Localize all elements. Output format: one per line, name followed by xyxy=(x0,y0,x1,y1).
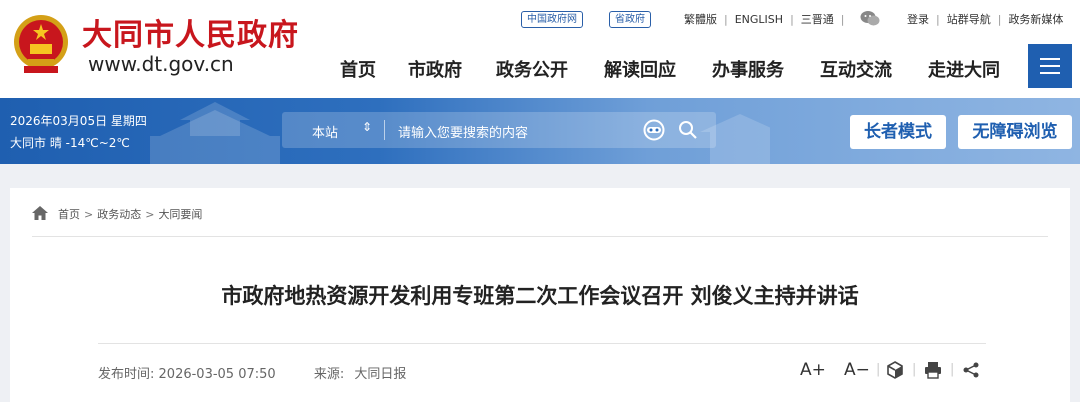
nav-home[interactable]: 首页 xyxy=(340,56,376,82)
breadcrumb: 首页 > 政务动态 > 大同要闻 xyxy=(58,206,202,222)
nav-interpretation[interactable]: 解读回应 xyxy=(604,56,676,82)
publish-time-label: 发布时间: xyxy=(98,367,155,382)
weather-info: 大同市 晴 -14℃~2℃ xyxy=(10,136,130,150)
language-links: 繁體版 | ENGLISH | 三晋通 | xyxy=(684,11,852,28)
breadcrumb-datong-news[interactable]: 大同要闻 xyxy=(158,208,202,221)
search-icon[interactable] xyxy=(678,120,698,140)
publish-time: 2026-03-05 07:50 xyxy=(158,367,276,382)
breadcrumb-home[interactable]: 首页 xyxy=(58,208,80,221)
traditional-chinese-link[interactable]: 繁體版 xyxy=(684,13,717,26)
nav-interaction[interactable]: 互动交流 xyxy=(820,56,892,82)
elder-mode-button[interactable]: 长者模式 xyxy=(850,115,946,149)
site-url: www.dt.gov.cn xyxy=(88,52,234,76)
search-scope-select[interactable]: 本站 xyxy=(312,122,338,141)
china-gov-link[interactable]: 中国政府网 xyxy=(521,11,583,28)
nav-services[interactable]: 办事服务 xyxy=(712,56,784,82)
login-link[interactable]: 登录 xyxy=(907,13,929,26)
site-name: 大同市人民政府 xyxy=(82,18,299,53)
cube-icon[interactable] xyxy=(886,361,904,379)
divider: | xyxy=(950,362,955,377)
search-divider xyxy=(384,120,385,140)
print-icon[interactable] xyxy=(924,361,942,379)
search-banner: 2026年03月05日 星期四 大同市 晴 -14℃~2℃ 本站 ⇕ 请输入您要… xyxy=(0,98,1080,164)
province-gov-link[interactable]: 省政府 xyxy=(609,11,651,28)
hamburger-menu-icon[interactable] xyxy=(1028,44,1072,88)
article-card: 首页 > 政务动态 > 大同要闻 市政府地热资源开发利用专班第二次工作会议召开 刘俊义主… xyxy=(10,188,1070,402)
divider: | xyxy=(840,13,845,26)
site-header: 大同市人民政府 www.dt.gov.cn 中国政府网 省政府 繁體版 | ENGL… xyxy=(0,0,1080,98)
voice-search-icon[interactable] xyxy=(642,119,666,141)
divider xyxy=(32,236,1048,237)
divider: | xyxy=(876,362,881,377)
divider: | xyxy=(724,13,728,26)
font-increase-button[interactable]: A+ xyxy=(800,360,826,380)
nav-about-datong[interactable]: 走进大同 xyxy=(928,56,1000,82)
divider: | xyxy=(912,362,917,377)
font-decrease-button[interactable]: A− xyxy=(844,360,870,380)
article-meta: 发布时间: 2026-03-05 07:50 来源: 大同日报 xyxy=(98,363,406,382)
divider: | xyxy=(936,13,940,26)
up-down-arrow-icon[interactable]: ⇕ xyxy=(362,120,372,134)
breadcrumb-gov-news[interactable]: 政务动态 xyxy=(97,208,141,221)
national-emblem-icon xyxy=(14,15,68,73)
breadcrumb-separator: > xyxy=(84,208,94,221)
gov-new-media-link[interactable]: 政务新媒体 xyxy=(1008,13,1063,26)
sanjintong-link[interactable]: 三晋通 xyxy=(801,13,834,26)
share-icon[interactable] xyxy=(962,361,980,379)
user-links: 登录 | 站群导航 | 政务新媒体 xyxy=(907,11,1063,28)
site-group-nav-link[interactable]: 站群导航 xyxy=(947,13,991,26)
source-label: 来源: xyxy=(313,367,345,382)
nav-city-government[interactable]: 市政府 xyxy=(408,56,462,82)
wechat-icon[interactable] xyxy=(860,10,880,27)
english-link[interactable]: ENGLISH xyxy=(735,13,783,26)
search-input[interactable]: 请输入您要搜索的内容 xyxy=(398,122,528,141)
article-source: 大同日报 xyxy=(354,367,407,382)
breadcrumb-separator: > xyxy=(145,208,155,221)
divider: | xyxy=(997,13,1002,26)
accessible-browse-button[interactable]: 无障碍浏览 xyxy=(958,115,1072,149)
divider: | xyxy=(790,13,794,26)
article-title: 市政府地热资源开发利用专班第二次工作会议召开 刘俊义主持并讲话 xyxy=(221,284,859,308)
nav-gov-affairs-disclosure[interactable]: 政务公开 xyxy=(496,56,568,82)
home-icon xyxy=(32,206,48,220)
search-bar: 本站 ⇕ 请输入您要搜索的内容 xyxy=(282,112,716,148)
current-date: 2026年03月05日 星期四 xyxy=(10,114,147,128)
divider xyxy=(98,343,986,344)
